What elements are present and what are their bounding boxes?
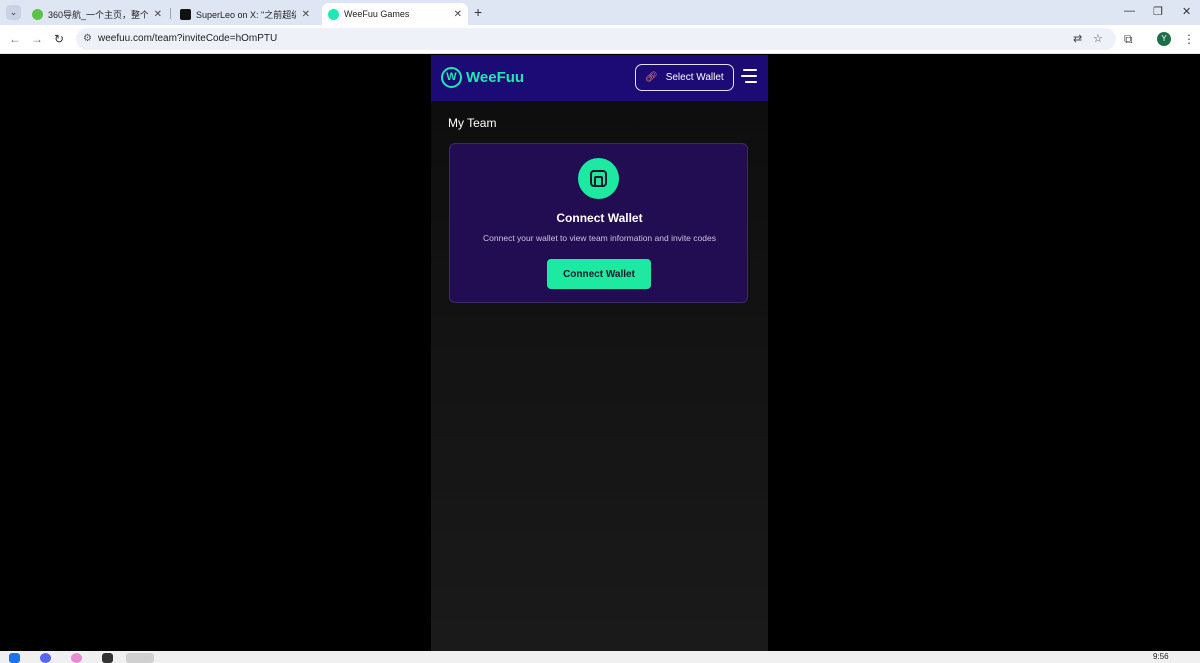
page-viewport: W WeeFuu 🔗︎ Select Wallet My Team Connec… (0, 55, 1200, 651)
browser-toolbar: ← → ↻ ⚙ weefuu.com/team?inviteCode=hOmPT… (0, 25, 1200, 54)
more-menu-icon[interactable]: ⋮ (1183, 32, 1195, 46)
tab-label: WeeFuu Games (344, 9, 410, 19)
tab-superleo[interactable]: SuperLeo on X: "之前超级熊 ✕ (174, 3, 316, 25)
address-bar[interactable]: ⚙ weefuu.com/team?inviteCode=hOmPTU ⇄ ☆ (76, 28, 1116, 50)
select-wallet-label: Select Wallet (665, 72, 724, 83)
extensions-icon[interactable]: ⧉ (1124, 32, 1133, 47)
translate-icon[interactable]: ⇄ (1073, 32, 1082, 45)
url-text[interactable]: weefuu.com/team?inviteCode=hOmPTU (98, 33, 277, 44)
card-title: Connect Wallet (556, 211, 643, 225)
tab-360[interactable]: 360导航_一个主页，整个世界 ✕ (26, 3, 168, 25)
new-tab-icon[interactable]: + (474, 4, 482, 20)
360-favicon-icon (32, 8, 43, 20)
close-icon[interactable]: ✕ (454, 9, 462, 20)
discord-icon[interactable] (40, 653, 51, 663)
close-window-icon[interactable]: ✕ (1182, 5, 1191, 18)
reload-icon[interactable]: ↻ (54, 32, 64, 46)
app-header: W WeeFuu 🔗︎ Select Wallet (431, 55, 768, 101)
logo-text[interactable]: WeeFuu (466, 69, 524, 86)
connect-wallet-button[interactable]: Connect Wallet (547, 259, 651, 289)
connect-wallet-card: Connect Wallet Connect your wallet to vi… (449, 143, 748, 303)
link-icon: 🔗︎ (645, 72, 658, 83)
wallet-icon (578, 158, 619, 199)
start-icon[interactable] (9, 653, 20, 663)
chrome-taskbar-icon[interactable] (126, 653, 154, 663)
tab-label: SuperLeo on X: "之前超级熊 (196, 9, 296, 20)
tab-weefuu[interactable]: WeeFuu Games ✕ (322, 3, 468, 25)
tab-search-button[interactable]: ⌄ (6, 5, 21, 20)
os-taskbar: 9:56 (0, 651, 1200, 663)
weefuu-logo-icon[interactable]: W (441, 67, 462, 88)
forward-icon[interactable]: → (31, 32, 43, 46)
restore-icon[interactable]: ❐ (1153, 5, 1163, 18)
site-info-icon[interactable]: ⚙ (83, 33, 92, 44)
minimize-icon[interactable]: — (1124, 5, 1135, 17)
x-favicon-icon (180, 8, 191, 20)
profile-avatar[interactable]: Y (1157, 32, 1171, 46)
page-title: My Team (448, 116, 497, 130)
browser-tab-bar: ⌄ 360导航_一个主页，整个世界 ✕ SuperLeo on X: "之前超级… (0, 0, 1200, 25)
app-icon[interactable] (102, 653, 113, 663)
close-icon[interactable]: ✕ (302, 9, 310, 20)
close-icon[interactable]: ✕ (154, 9, 162, 20)
hamburger-menu-icon[interactable] (741, 69, 757, 85)
tab-label: 360导航_一个主页，整个世界 (48, 9, 148, 20)
select-wallet-button[interactable]: 🔗︎ Select Wallet (635, 64, 734, 91)
bookmark-star-icon[interactable]: ☆ (1093, 32, 1103, 45)
weefuu-favicon-icon (328, 8, 339, 20)
back-icon[interactable]: ← (9, 32, 21, 46)
app-icon[interactable] (71, 653, 82, 663)
weefuu-app: W WeeFuu 🔗︎ Select Wallet My Team Connec… (431, 55, 768, 651)
card-description: Connect your wallet to view team informa… (483, 233, 716, 243)
system-clock: 9:56 (1153, 652, 1169, 661)
